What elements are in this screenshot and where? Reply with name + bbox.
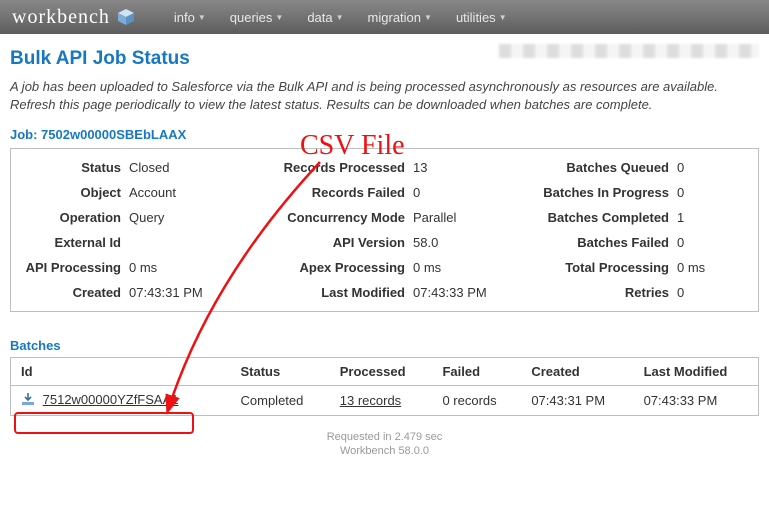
kv-batches-failed: Batches Failed0 (513, 230, 754, 255)
brand[interactable]: workbench (12, 6, 136, 29)
kv-last-modified: Last Modified07:43:33 PM (264, 280, 505, 305)
kv-object: ObjectAccount (15, 180, 256, 205)
cell-failed: 0 records (432, 386, 521, 416)
cell-modified: 07:43:33 PM (634, 386, 759, 416)
redacted-area (499, 44, 759, 58)
cell-created: 07:43:31 PM (521, 386, 633, 416)
kv-external-id: External Id (15, 230, 256, 255)
chevron-down-icon: ▼ (499, 13, 507, 22)
nav-label: info (174, 10, 195, 25)
footer: Requested in 2.479 sec Workbench 58.0.0 (10, 430, 759, 459)
job-id-header: Job: 7502w00000SBEbLAAX (10, 127, 759, 142)
kv-batches-in-progress: Batches In Progress0 (513, 180, 754, 205)
nav-data[interactable]: data ▼ (297, 4, 353, 31)
nav-label: data (307, 10, 332, 25)
kv-created: Created07:43:31 PM (15, 280, 256, 305)
footer-line1: Requested in 2.479 sec (10, 430, 759, 444)
batches-title: Batches (10, 338, 759, 353)
kv-records-processed: Records Processed13 (264, 155, 505, 180)
kv-records-failed: Records Failed0 (264, 180, 505, 205)
th-processed: Processed (330, 358, 433, 386)
download-icon[interactable] (21, 392, 35, 409)
kv-total-processing: Total Processing0 ms (513, 255, 754, 280)
batches-table: Id Status Processed Failed Created Last … (10, 357, 759, 416)
kv-batches-completed: Batches Completed1 (513, 205, 754, 230)
cube-icon (116, 7, 136, 27)
footer-line2: Workbench 58.0.0 (10, 444, 759, 458)
kv-batches-queued: Batches Queued0 (513, 155, 754, 180)
th-id: Id (11, 358, 231, 386)
chevron-down-icon: ▼ (275, 13, 283, 22)
nav-utilities[interactable]: utilities▼ (446, 4, 517, 31)
th-failed: Failed (432, 358, 521, 386)
kv-api-version: API Version58.0 (264, 230, 505, 255)
kv-status: StatusClosed (15, 155, 256, 180)
kv-retries: Retries0 (513, 280, 754, 305)
job-details-box: StatusClosed ObjectAccount OperationQuer… (10, 148, 759, 312)
processed-records-link[interactable]: 13 records (340, 393, 401, 408)
job-col-1: StatusClosed ObjectAccount OperationQuer… (15, 155, 256, 305)
kv-concurrency: Concurrency ModeParallel (264, 205, 505, 230)
th-status: Status (231, 358, 330, 386)
nav-label: migration (368, 10, 421, 25)
nav-label: queries (230, 10, 273, 25)
nav-label: utilities (456, 10, 496, 25)
nav-migration[interactable]: migration▼ (358, 4, 442, 31)
chevron-down-icon: ▼ (198, 13, 206, 22)
top-navbar: workbench info▼ queries▼ data▼ migration… (0, 0, 769, 34)
kv-apex-processing: Apex Processing0 ms (264, 255, 505, 280)
chevron-down-icon: ▼ (424, 13, 432, 22)
table-row: 7512w00000YZfFSAA1 Completed 13 records … (11, 386, 759, 416)
th-modified: Last Modified (634, 358, 759, 386)
batch-id-link[interactable]: 7512w00000YZfFSAA1 (43, 392, 179, 407)
brand-text: workbench (12, 6, 110, 29)
table-header-row: Id Status Processed Failed Created Last … (11, 358, 759, 386)
nav-info[interactable]: info▼ (164, 4, 216, 31)
job-col-3: Batches Queued0 Batches In Progress0 Bat… (513, 155, 754, 305)
chevron-down-icon: ▼ (336, 13, 344, 22)
kv-operation: OperationQuery (15, 205, 256, 230)
th-created: Created (521, 358, 633, 386)
job-col-2: Records Processed13 Records Failed0 Conc… (264, 155, 505, 305)
nav-queries[interactable]: queries▼ (220, 4, 294, 31)
intro-text: A job has been uploaded to Salesforce vi… (10, 78, 759, 113)
cell-status: Completed (231, 386, 330, 416)
kv-api-processing: API Processing0 ms (15, 255, 256, 280)
